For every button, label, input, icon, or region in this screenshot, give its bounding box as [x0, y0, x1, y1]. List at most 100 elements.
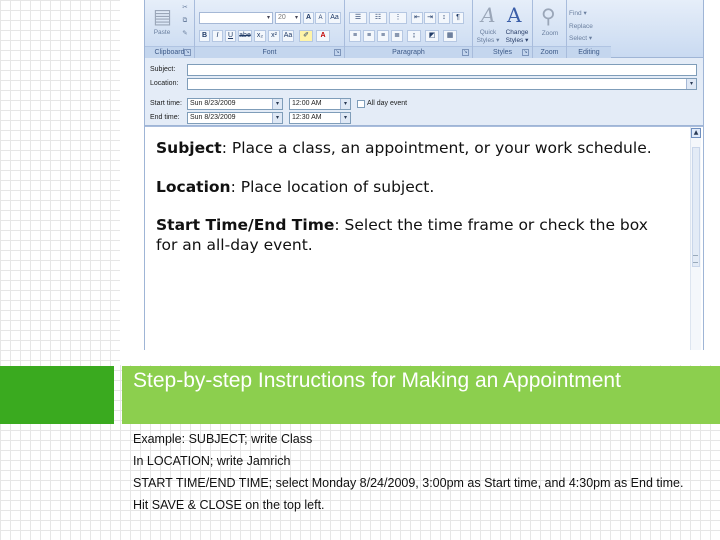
pilcrow-icon[interactable]: ¶ [452, 12, 464, 24]
start-time-value: 12:00 AM [292, 100, 322, 107]
line-spacing-icon[interactable]: ↨ [407, 30, 421, 42]
scroll-up-icon[interactable]: ▲ [691, 128, 701, 138]
location-description: : Place location of subject. [230, 177, 435, 196]
editing-group-label: Editing [567, 46, 611, 58]
font-size-value: 20 [278, 14, 286, 21]
subject-description: : Place a class, an appointment, or your… [221, 139, 652, 157]
appointment-form: Subject: Location: ▾ Start time: Sun 8/2… [145, 58, 703, 126]
location-instruction: Location: Place location of subject. [156, 178, 666, 198]
time-term: Start Time/End Time [156, 216, 335, 234]
location-input[interactable]: ▾ [187, 78, 697, 90]
justify-icon[interactable]: ≣ [391, 30, 403, 42]
start-time-select[interactable]: 12:00 AM ▾ [289, 98, 351, 110]
appointment-window: ▤ Paste ✂ ⧉ ✎ Clipboard ↘ ▾ 20 ▾ A A Aa … [144, 0, 704, 350]
font-size-combo[interactable]: 20 ▾ [275, 12, 301, 24]
decrease-indent-icon[interactable]: ⇤ [411, 12, 423, 24]
select-button[interactable]: Select ▾ [569, 35, 607, 43]
paragraph-group: ☰ ☷ ⋮ ⇤ ⇥ ↕ ¶ ≡ ≡ ≡ ≣ ↨ ◩ ▦ Paragraph ↘ [345, 0, 473, 58]
start-date-select[interactable]: Sun 8/23/2009 ▾ [187, 98, 283, 110]
find-button[interactable]: Find ▾ [569, 10, 607, 18]
slide-title: Step-by-step Instructions for Making an … [133, 369, 621, 392]
vertical-scrollbar[interactable]: ▲ [690, 127, 701, 350]
chevron-down-icon: ▾ [294, 15, 298, 21]
paragraph-launcher-icon[interactable]: ↘ [462, 49, 469, 56]
subject-label: Subject: [150, 66, 176, 73]
end-date-select[interactable]: Sun 8/23/2009 ▾ [187, 112, 283, 124]
zoom-group-label: Zoom [533, 46, 566, 58]
strikethrough-button[interactable]: abe [238, 30, 252, 42]
all-day-checkbox[interactable] [357, 100, 365, 108]
scroll-grip-icon [693, 255, 698, 263]
bold-button[interactable]: B [199, 30, 210, 42]
italic-button[interactable]: I [212, 30, 223, 42]
superscript-button[interactable]: x² [268, 30, 280, 42]
note-location: In LOCATION; write Jamrich [133, 454, 291, 468]
instruction-notes: Example: SUBJECT; write Class In LOCATIO… [133, 432, 703, 520]
zoom-group: ⚲ Zoom Zoom [533, 0, 567, 58]
note-subject: Example: SUBJECT; write Class [133, 432, 313, 446]
styles-launcher-icon[interactable]: ↘ [522, 49, 529, 56]
clear-format-button[interactable]: Aa [328, 12, 341, 24]
font-launcher-icon[interactable]: ↘ [334, 49, 341, 56]
subscript-button[interactable]: x₂ [254, 30, 266, 42]
cut-icon[interactable]: ✂ [180, 4, 190, 12]
shading-icon[interactable]: ◩ [425, 30, 439, 42]
all-day-label: All day event [367, 100, 408, 107]
magnifier-icon[interactable]: ⚲ [541, 6, 556, 26]
subject-input[interactable] [187, 64, 697, 76]
end-time-label: End time: [150, 114, 180, 121]
end-time-select[interactable]: 12:30 AM ▾ [289, 112, 351, 124]
paragraph-group-label: Paragraph [345, 46, 472, 58]
underline-button[interactable]: U [225, 30, 236, 42]
increase-indent-icon[interactable]: ⇥ [424, 12, 436, 24]
subject-instruction: Subject: Place a class, an appointment, … [156, 139, 666, 159]
change-styles-button[interactable]: Change Styles ▾ [502, 29, 532, 45]
chevron-down-icon: ▾ [340, 113, 350, 123]
zoom-button[interactable]: Zoom [535, 30, 565, 38]
shrink-font-button[interactable]: A [315, 12, 326, 24]
quick-styles-button[interactable]: Quick Styles ▾ [475, 29, 501, 45]
align-right-icon[interactable]: ≡ [377, 30, 389, 42]
bullets-icon[interactable]: ☰ [349, 12, 367, 24]
sort-icon[interactable]: ↕ [438, 12, 450, 24]
font-group: ▾ 20 ▾ A A Aa B I U abe x₂ x² Aa ✐ A Fon… [195, 0, 345, 58]
paste-button[interactable]: Paste [149, 29, 175, 37]
font-color-icon[interactable]: A [316, 30, 330, 42]
note-time: START TIME/END TIME; select Monday 8/24/… [133, 476, 684, 490]
quick-styles-icon[interactable]: A [481, 5, 495, 25]
format-painter-icon[interactable]: ✎ [180, 30, 190, 38]
chevron-down-icon[interactable]: ▾ [686, 79, 696, 89]
location-term: Location [156, 177, 231, 196]
clipboard-launcher-icon[interactable]: ↘ [184, 49, 191, 56]
numbering-icon[interactable]: ☷ [369, 12, 387, 24]
body-text: Subject: Place a class, an appointment, … [156, 139, 666, 274]
accent-block [0, 366, 114, 424]
chevron-down-icon: ▾ [272, 99, 282, 109]
chevron-down-icon: ▾ [272, 113, 282, 123]
font-name-combo[interactable]: ▾ [199, 12, 273, 24]
note-save: Hit SAVE & CLOSE on the top left. [133, 498, 325, 512]
subject-term: Subject [156, 139, 222, 157]
end-time-value: 12:30 AM [292, 114, 322, 121]
ribbon: ▤ Paste ✂ ⧉ ✎ Clipboard ↘ ▾ 20 ▾ A A Aa … [145, 0, 703, 58]
align-center-icon[interactable]: ≡ [363, 30, 375, 42]
change-styles-icon[interactable]: A [507, 5, 521, 25]
scroll-thumb[interactable] [692, 147, 700, 267]
start-date-value: Sun 8/23/2009 [190, 100, 236, 107]
chevron-down-icon: ▾ [266, 15, 270, 21]
multilevel-list-icon[interactable]: ⋮ [389, 12, 407, 24]
paste-icon[interactable]: ▤ [153, 6, 172, 26]
replace-button[interactable]: Replace [569, 23, 607, 31]
align-left-icon[interactable]: ≡ [349, 30, 361, 42]
borders-icon[interactable]: ▦ [443, 30, 457, 42]
end-date-value: Sun 8/23/2009 [190, 114, 236, 121]
appointment-body-editor[interactable]: Subject: Place a class, an appointment, … [145, 126, 703, 350]
chevron-down-icon: ▾ [340, 99, 350, 109]
clipboard-group: ▤ Paste ✂ ⧉ ✎ Clipboard ↘ [145, 0, 195, 58]
highlight-icon[interactable]: ✐ [299, 30, 313, 42]
start-time-label: Start time: [150, 100, 182, 107]
time-instruction: Start Time/End Time: Select the time fra… [156, 216, 666, 255]
change-case-icon[interactable]: Aa [282, 30, 294, 42]
copy-icon[interactable]: ⧉ [180, 17, 190, 25]
grow-font-button[interactable]: A [303, 12, 314, 24]
